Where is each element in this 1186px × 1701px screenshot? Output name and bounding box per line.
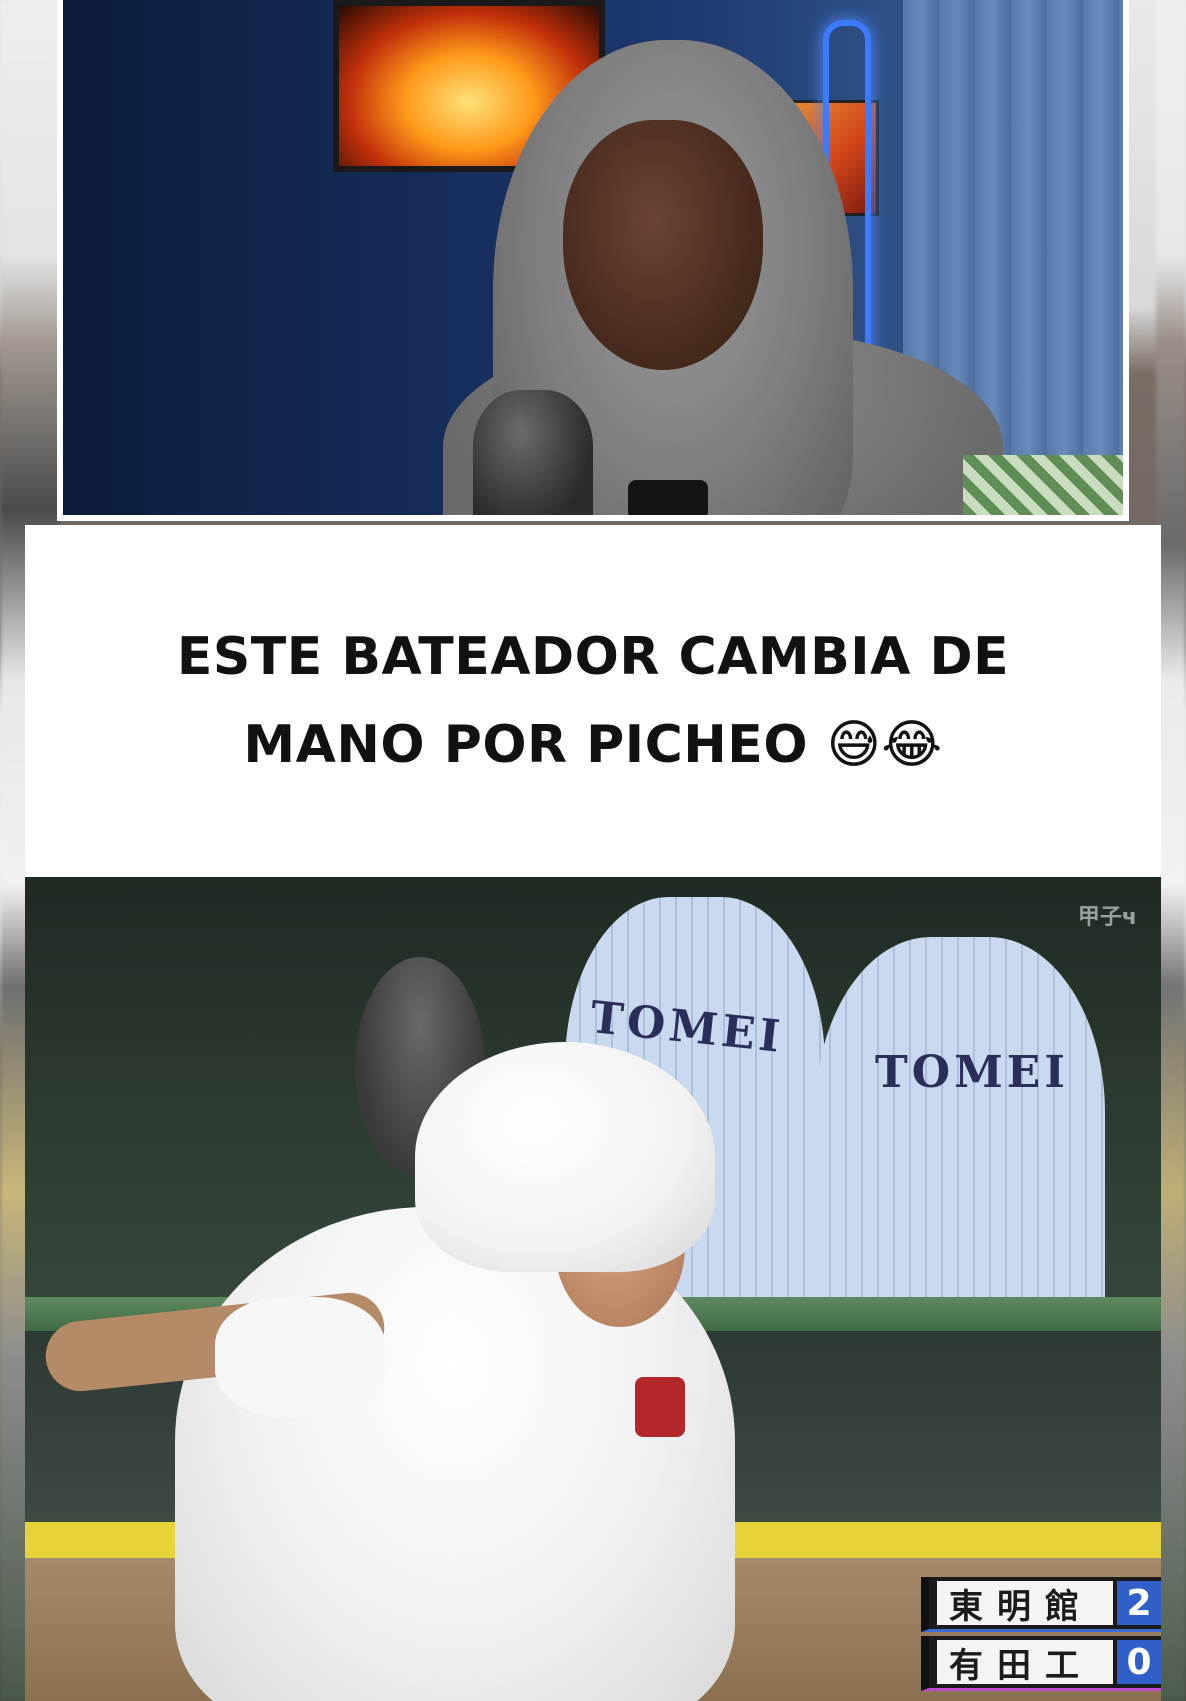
streamer-face (563, 120, 763, 370)
caption-card: ESTE BATEADOR CAMBIA DE MANO POR PICHEO … (25, 525, 1161, 877)
batting-helmet (415, 1042, 715, 1272)
caption-line-1: ESTE BATEADOR CAMBIA DE (176, 627, 1010, 687)
scoreboard: 東明館 2 有田工 0 (921, 1573, 1161, 1691)
scoreboard-row-home: 東明館 2 (921, 1577, 1161, 1632)
scoreboard-team-away: 有田工 (937, 1640, 1113, 1686)
microphone-icon (473, 390, 593, 515)
jersey-text-right: TOMEI (875, 1047, 1069, 1098)
scoreboard-row-away: 有田工 0 (921, 1636, 1161, 1691)
broadcast-watermark: 甲子ч (1077, 905, 1137, 930)
reaction-webcam-panel (57, 0, 1129, 521)
scoreboard-score-away: 0 (1117, 1640, 1161, 1684)
baseball-video[interactable]: TOMEI TOMEI 甲子ч 東明館 2 有田工 0 (25, 877, 1161, 1701)
caption-text: ESTE BATEADOR CAMBIA DE MANO POR PICHEO … (143, 613, 1043, 789)
scoreboard-score-home: 2 (1117, 1581, 1161, 1625)
microphone-stand (628, 480, 708, 515)
scoreboard-team-home: 東明館 (937, 1581, 1113, 1627)
reaction-webcam-video (63, 0, 1123, 515)
jersey-logo-icon (635, 1377, 685, 1437)
bed-blanket (963, 455, 1123, 515)
batting-gloves (215, 1297, 385, 1417)
caption-line-2: MANO POR PICHEO 😅😂 (243, 715, 943, 775)
